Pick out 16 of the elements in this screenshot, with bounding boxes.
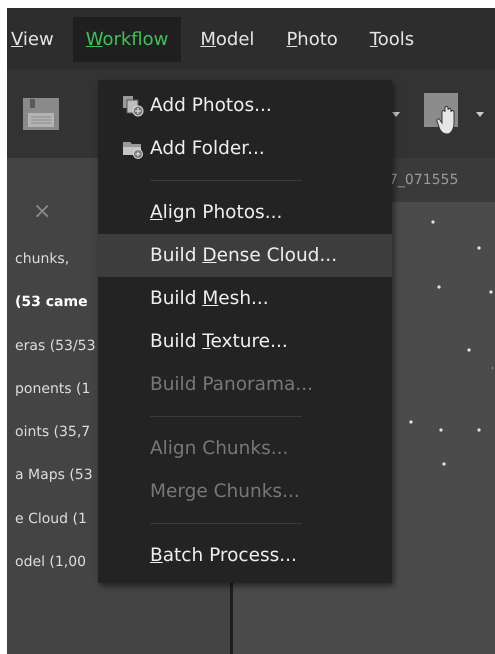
menu-item[interactable]: Batch Process... [98,534,392,577]
menu-item[interactable]: Build Texture... [98,320,392,363]
menu-item[interactable]: Align Photos... [98,191,392,234]
menu-bar-item[interactable]: View [7,16,67,62]
menu-bar-item[interactable]: Workflow [72,16,182,62]
menu-bar-item[interactable]: Photo [273,16,351,62]
caret-icon[interactable] [475,109,485,119]
menu-item[interactable]: Add Photos... [98,84,392,127]
menu-bar-item[interactable]: Tools [356,16,428,62]
viewport-tab[interactable]: 7_071555 [389,172,458,188]
menu-item[interactable]: Add Folder... [98,127,392,170]
menu-bar-item[interactable]: Model [187,16,268,62]
menu-item[interactable]: Build Dense Cloud... [98,234,392,277]
caret-icon[interactable] [391,109,401,119]
save-icon[interactable] [21,96,61,132]
menu-item[interactable]: Build Mesh... [98,277,392,320]
